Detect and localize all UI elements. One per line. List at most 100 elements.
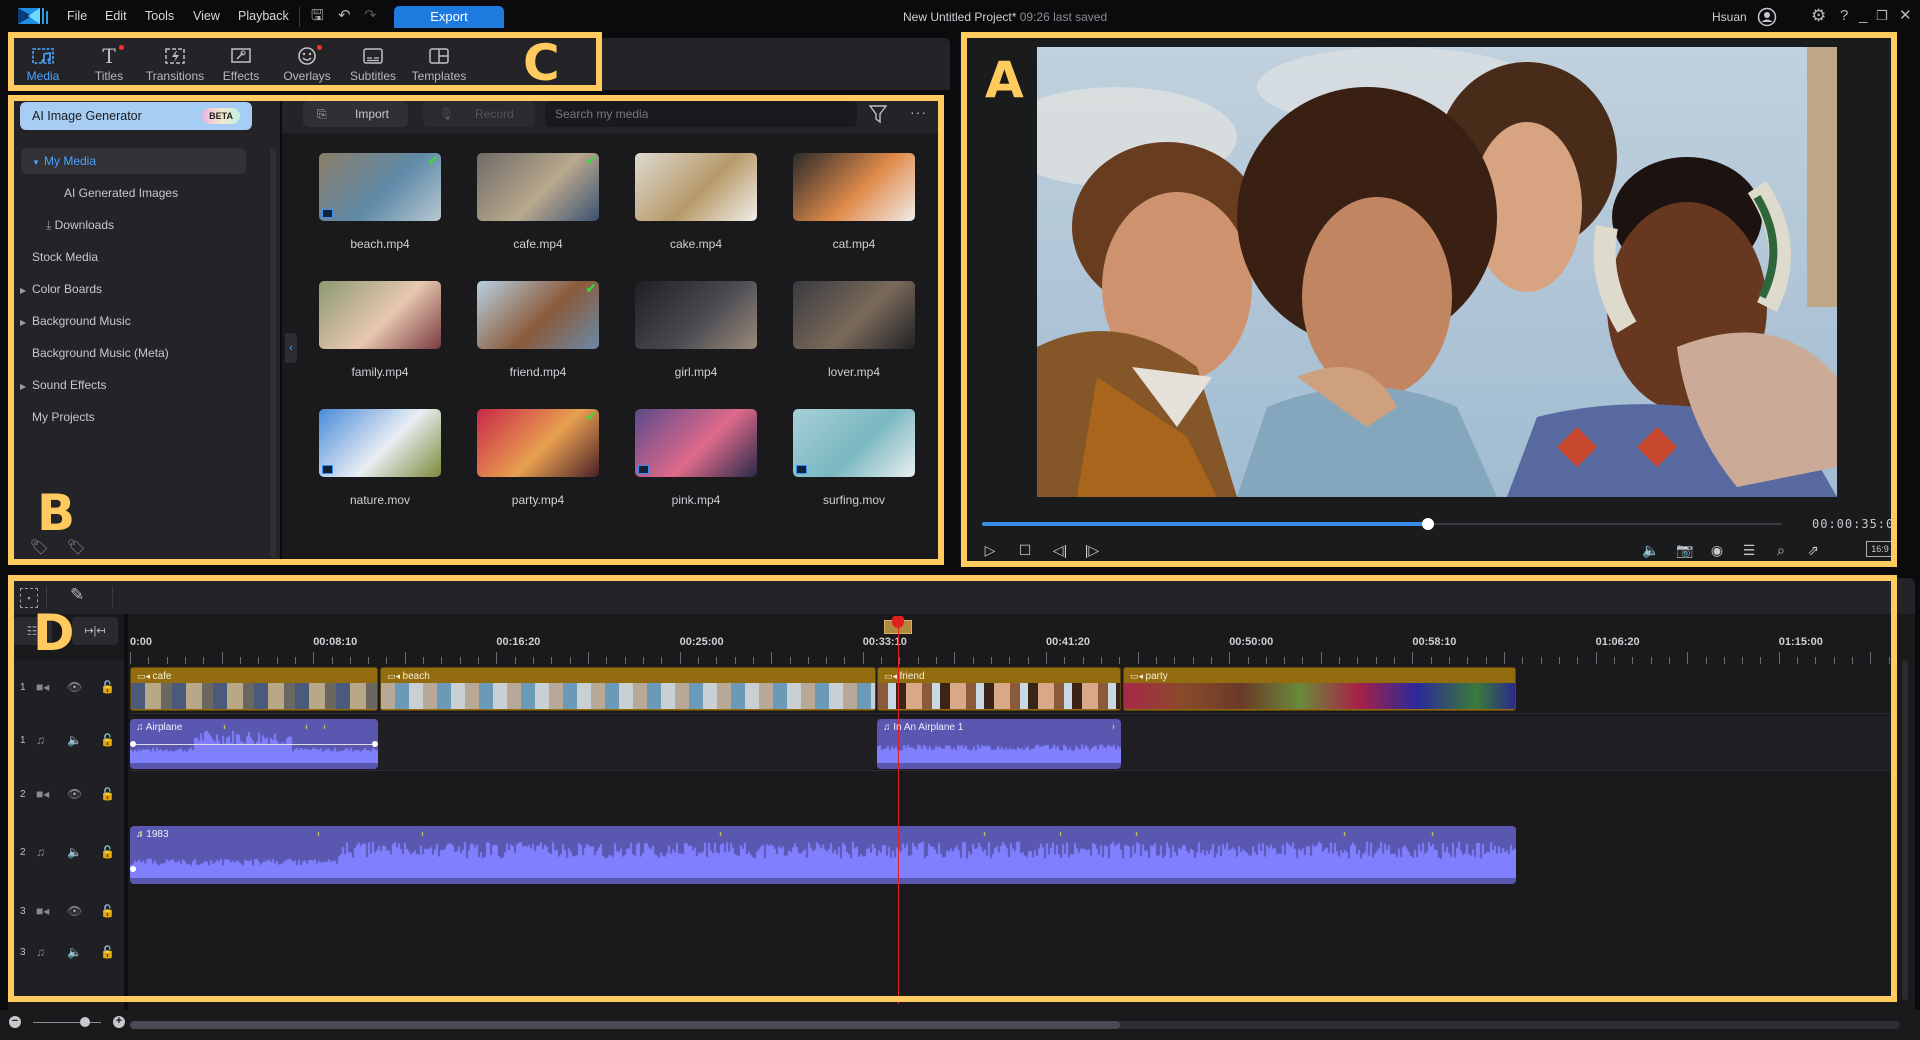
- media-item[interactable]: surfing.mov: [793, 409, 915, 519]
- tab-templates[interactable]: Templates: [406, 38, 472, 90]
- media-thumbnail[interactable]: ✔: [477, 153, 599, 221]
- media-item[interactable]: ✔ beach.mp4: [319, 153, 441, 263]
- tab-effects[interactable]: Effects: [208, 38, 274, 90]
- tab-titles[interactable]: T Titles: [76, 38, 142, 90]
- clip-beach[interactable]: beach: [380, 667, 876, 711]
- media-thumbnail[interactable]: [319, 409, 441, 477]
- preview-quality-icon[interactable]: ☰: [1739, 540, 1759, 560]
- next-frame-icon[interactable]: |▷: [1082, 540, 1102, 560]
- media-thumbnail[interactable]: ✔: [319, 153, 441, 221]
- volume-keyframe-end[interactable]: [372, 741, 378, 747]
- user-name[interactable]: Hsuan: [1712, 10, 1747, 24]
- track-lock-icon[interactable]: 🔓: [100, 845, 115, 859]
- mute-speaker-icon[interactable]: 🔈: [67, 845, 82, 859]
- settings-gear-icon[interactable]: ⚙: [1811, 7, 1826, 24]
- library-tree-scrollbar[interactable]: [270, 148, 276, 558]
- import-button[interactable]: ⎘ Import: [303, 101, 408, 127]
- menu-view[interactable]: View: [193, 9, 220, 23]
- clip-cafe[interactable]: cafe: [130, 667, 378, 711]
- minimize-icon[interactable]: _: [1859, 8, 1867, 24]
- tree-item-sound-effects[interactable]: ▶ Sound Effects: [20, 372, 257, 398]
- zoom-preview-icon[interactable]: ⌕: [1771, 540, 1791, 560]
- close-icon[interactable]: ✕: [1899, 8, 1912, 24]
- undo-icon[interactable]: ↶: [338, 8, 351, 24]
- media-thumbnail[interactable]: [635, 153, 757, 221]
- track-lock-icon[interactable]: 🔓: [100, 680, 115, 694]
- snapshot-camera-icon[interactable]: 📷: [1675, 540, 1695, 560]
- media-item[interactable]: cake.mp4: [635, 153, 757, 263]
- tree-item-color-boards[interactable]: ▶ Color Boards: [20, 276, 257, 302]
- clip-1983-audio[interactable]: ♫ 1983: [130, 826, 1516, 884]
- mute-speaker-icon[interactable]: 🔈: [67, 945, 82, 959]
- tree-item-background-music-meta[interactable]: Background Music (Meta): [32, 340, 257, 366]
- more-options-icon[interactable]: ···: [910, 104, 927, 120]
- media-item[interactable]: lover.mp4: [793, 281, 915, 391]
- fit-timeline-button[interactable]: ↦|↤: [72, 617, 118, 645]
- menu-file[interactable]: File: [67, 9, 87, 23]
- zoom-in-icon[interactable]: +: [113, 1016, 125, 1028]
- menu-tools[interactable]: Tools: [145, 9, 174, 23]
- media-item[interactable]: girl.mp4: [635, 281, 757, 391]
- restore-icon[interactable]: ❐: [1876, 8, 1888, 24]
- media-item[interactable]: nature.mov: [319, 409, 441, 519]
- volume-keyframe-start[interactable]: [130, 866, 136, 872]
- tree-item-my-projects[interactable]: My Projects: [32, 404, 257, 430]
- stop-icon[interactable]: ☐: [1015, 540, 1035, 560]
- collapsed-arrow-icon[interactable]: ▶: [20, 374, 32, 400]
- expanded-arrow-icon[interactable]: ▼: [32, 150, 44, 176]
- media-item[interactable]: ✔ friend.mp4: [477, 281, 599, 391]
- ai-image-generator-button[interactable]: AI Image Generator BETA: [20, 102, 252, 130]
- visibility-eye-icon[interactable]: 👁: [67, 904, 82, 918]
- menu-playback[interactable]: Playback: [238, 9, 289, 23]
- media-thumbnail[interactable]: [793, 281, 915, 349]
- search-media-input[interactable]: [545, 101, 857, 127]
- preview-scrubber-knob[interactable]: [1421, 518, 1434, 530]
- visibility-eye-icon[interactable]: 👁: [67, 787, 82, 801]
- clip-friend[interactable]: friend: [877, 667, 1121, 711]
- media-thumbnail[interactable]: [319, 281, 441, 349]
- timeline-vertical-scrollbar[interactable]: [1902, 660, 1908, 1000]
- tab-transitions[interactable]: Transitions: [142, 38, 208, 90]
- media-thumbnail[interactable]: [793, 153, 915, 221]
- help-icon[interactable]: ?: [1840, 8, 1848, 24]
- undock-preview-icon[interactable]: ⇗: [1803, 540, 1823, 560]
- zoom-out-icon[interactable]: −: [9, 1016, 21, 1028]
- collapse-tree-handle[interactable]: ‹: [285, 333, 297, 363]
- tab-subtitles[interactable]: Subtitles: [340, 38, 406, 90]
- record-button[interactable]: 🎙 Record: [423, 101, 535, 127]
- collapsed-arrow-icon[interactable]: ▶: [20, 278, 32, 304]
- save-icon[interactable]: 🖫: [311, 8, 324, 24]
- aspect-ratio-button[interactable]: 16:9: [1866, 541, 1894, 557]
- media-item[interactable]: ✔ party.mp4: [477, 409, 599, 519]
- zoom-slider-knob[interactable]: [80, 1017, 90, 1027]
- filter-icon[interactable]: [868, 104, 888, 124]
- media-thumbnail[interactable]: [793, 409, 915, 477]
- menu-edit[interactable]: Edit: [105, 9, 127, 23]
- tree-item-stock-media[interactable]: Stock Media: [32, 244, 257, 270]
- track-lock-icon[interactable]: 🔓: [100, 904, 115, 918]
- export-button[interactable]: Export: [394, 6, 504, 28]
- redo-icon[interactable]: ↷: [364, 8, 377, 24]
- media-thumbnail[interactable]: [635, 409, 757, 477]
- track-lock-icon[interactable]: 🔓: [100, 733, 115, 747]
- play-icon[interactable]: ▷: [980, 540, 1000, 560]
- tree-item-downloads[interactable]: ⤓ Downloads: [46, 212, 271, 238]
- edit-pen-icon[interactable]: ✎: [70, 585, 84, 605]
- user-avatar-icon[interactable]: [1757, 7, 1777, 27]
- visibility-eye-icon[interactable]: 👁: [67, 680, 82, 694]
- render-preview-icon[interactable]: ◉: [1707, 540, 1727, 560]
- media-item[interactable]: pink.mp4: [635, 409, 757, 519]
- volume-envelope-line[interactable]: [132, 744, 376, 745]
- tab-overlays[interactable]: Overlays: [274, 38, 340, 90]
- tree-item-my-media[interactable]: ▼ My Media: [21, 148, 246, 174]
- media-thumbnail[interactable]: ✔: [477, 281, 599, 349]
- tree-item-background-music[interactable]: ▶ Background Music: [20, 308, 257, 334]
- tab-media[interactable]: Media: [10, 38, 76, 90]
- volume-keyframe-start[interactable]: [130, 741, 136, 747]
- clip-party[interactable]: party: [1123, 667, 1516, 711]
- clip-in-an-airplane-audio[interactable]: ♫ In An Airplane 1: [877, 719, 1121, 769]
- media-item[interactable]: ✔ cafe.mp4: [477, 153, 599, 263]
- track-lock-icon[interactable]: 🔓: [100, 945, 115, 959]
- collapsed-arrow-icon[interactable]: ▶: [20, 310, 32, 336]
- media-thumbnail[interactable]: [635, 281, 757, 349]
